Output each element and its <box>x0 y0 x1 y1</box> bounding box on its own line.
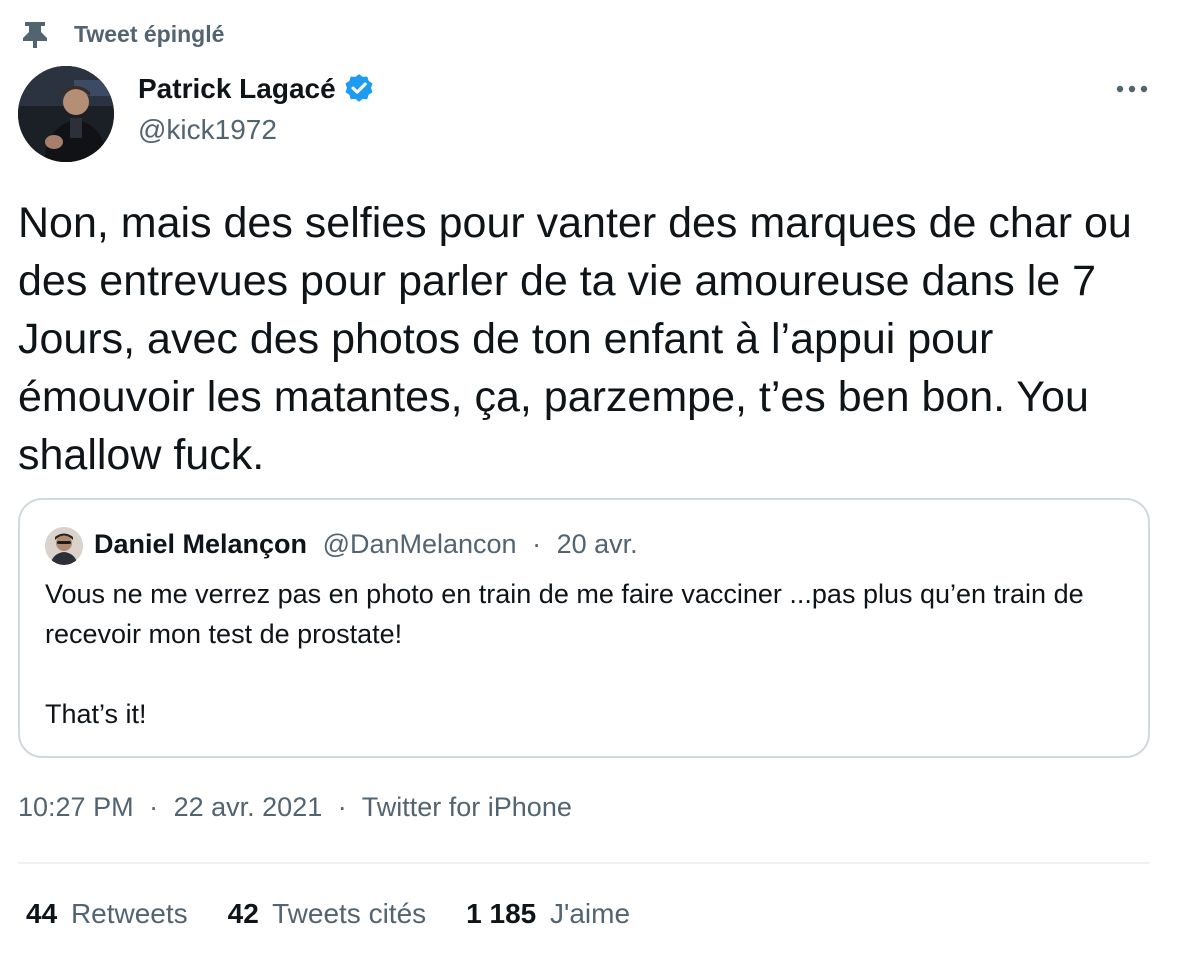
author-name[interactable]: Patrick Lagacé <box>138 72 376 106</box>
tweet-metadata: 10:27 PM · 22 avr. 2021 · Twitter for iP… <box>18 792 572 823</box>
quote-tweets-stat[interactable]: 42 Tweets cités <box>228 898 427 930</box>
more-options-button[interactable] <box>1108 74 1156 104</box>
pinned-label: Tweet épinglé <box>74 20 225 47</box>
tweet-date[interactable]: 22 avr. 2021 <box>174 792 323 822</box>
engagement-stats: 44 Retweets 42 Tweets cités 1 185 J'aime <box>26 898 670 930</box>
author-handle[interactable]: @kick1972 <box>138 114 277 146</box>
pin-icon <box>22 20 48 48</box>
quoted-author-name: Daniel Melançon <box>94 529 308 559</box>
pinned-indicator: Tweet épinglé <box>22 20 224 48</box>
divider <box>18 862 1150 864</box>
quoted-date: 20 avr. <box>556 529 638 559</box>
tweet-time[interactable]: 10:27 PM <box>18 792 134 822</box>
quoted-paragraph: That’s it! <box>45 699 147 729</box>
more-dots-icon <box>1116 80 1148 98</box>
verified-badge-icon <box>342 72 376 106</box>
quoted-separator: · <box>532 529 542 559</box>
quoted-author-avatar <box>45 527 83 565</box>
quoted-paragraph: Vous ne me verrez pas en photo en train … <box>45 579 1084 649</box>
quoted-tweet-header: Daniel Melançon @DanMelancon · 20 avr. <box>94 529 638 560</box>
quoted-tweet-card[interactable]: Daniel Melançon @DanMelancon · 20 avr. V… <box>18 498 1150 758</box>
tweet-source[interactable]: Twitter for iPhone <box>362 792 572 822</box>
tweet-detail: Tweet épinglé Patrick Lagacé @kick1972 N… <box>0 0 1180 958</box>
meta-separator: · <box>337 792 347 822</box>
quote-tweets-label: Tweets cités <box>272 898 427 929</box>
author-avatar[interactable] <box>18 66 114 162</box>
likes-stat[interactable]: 1 185 J'aime <box>466 898 630 930</box>
quoted-tweet-text: Vous ne me verrez pas en photo en train … <box>45 574 1135 734</box>
retweets-count: 44 <box>26 898 58 929</box>
quoted-author-handle: @DanMelancon <box>322 529 517 559</box>
likes-count: 1 185 <box>466 898 537 929</box>
likes-label: J'aime <box>550 898 631 929</box>
meta-separator: · <box>149 792 159 822</box>
quote-tweets-count: 42 <box>227 898 259 929</box>
retweets-label: Retweets <box>70 898 188 929</box>
tweet-text: Non, mais des selfies pour vanter des ma… <box>18 199 1144 479</box>
retweets-stat[interactable]: 44 Retweets <box>26 898 188 930</box>
author-name-text: Patrick Lagacé <box>138 73 336 104</box>
